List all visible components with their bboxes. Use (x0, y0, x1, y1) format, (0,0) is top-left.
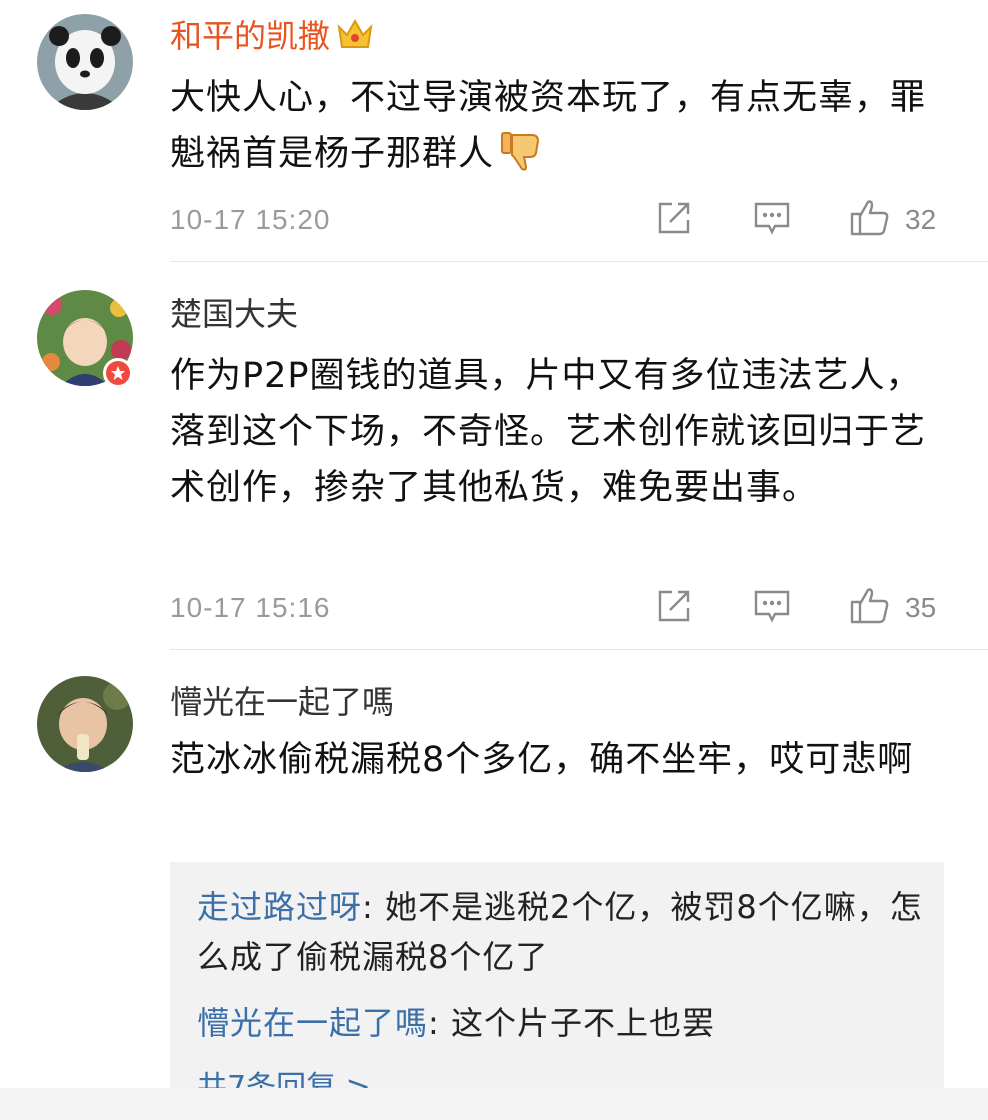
share-icon[interactable] (652, 196, 696, 240)
reply-separator: : (362, 888, 385, 926)
like-icon[interactable] (848, 584, 892, 628)
reply-item: 走过路过呀: 她不是逃税2个亿，被罚8个亿嘛，怎么成了偷税漏税8个亿了 (197, 882, 927, 982)
reply-author[interactable]: 走过路过呀 (197, 888, 362, 926)
comment-meta: 10-17 15:16 35 (0, 584, 988, 634)
comment-text: 作为P2P圈钱的道具，片中又有多位违法艺人，落到这个下场，不奇怪。艺术创作就该回… (170, 356, 927, 508)
comment-item: 楚国大夫 作为P2P圈钱的道具，片中又有多位违法艺人，落到这个下场，不奇怪。艺术… (0, 262, 988, 650)
like-icon[interactable] (848, 196, 892, 240)
reply-separator: : (428, 1004, 451, 1042)
timestamp: 10-17 15:16 (170, 592, 331, 623)
username[interactable]: 懵光在一起了嗎 (170, 682, 394, 722)
reply-item: 懵光在一起了嗎: 这个片子不上也罢 (197, 998, 927, 1048)
comment-item: 和平的凯撒 大快人心，不过导演被资本玩了，有点无辜，罪魁祸首是杨子那群人 10-… (0, 0, 988, 262)
username[interactable]: 和平的凯撒 (170, 16, 374, 60)
comment-icon[interactable] (750, 584, 794, 628)
reply-text: 这个片子不上也罢 (450, 1004, 715, 1042)
comment-meta: 10-17 15:20 32 (0, 196, 988, 246)
username[interactable]: 楚国大夫 (170, 294, 298, 334)
avatar[interactable] (37, 676, 133, 772)
like-count: 35 (905, 592, 937, 623)
share-icon[interactable] (652, 584, 696, 628)
like-count: 32 (905, 204, 937, 235)
bottom-bar (0, 1088, 988, 1120)
thumbs-down-icon (498, 129, 544, 190)
reply-author[interactable]: 懵光在一起了嗎 (197, 1004, 428, 1042)
verified-badge-icon (103, 358, 133, 388)
avatar[interactable] (37, 14, 133, 110)
comment-text: 范冰冰偷税漏税8个多亿，确不坐牢，哎可悲啊 (170, 740, 914, 780)
comment-text: 大快人心，不过导演被资本玩了，有点无辜，罪魁祸首是杨子那群人 (170, 70, 930, 190)
crown-icon (336, 17, 374, 60)
comment-icon[interactable] (750, 196, 794, 240)
timestamp: 10-17 15:20 (170, 204, 331, 235)
more-replies-link[interactable]: 共7条回复 > (197, 1062, 371, 1088)
reply-box: 走过路过呀: 她不是逃税2个亿，被罚8个亿嘛，怎么成了偷税漏税8个亿了 懵光在一… (170, 862, 944, 1088)
